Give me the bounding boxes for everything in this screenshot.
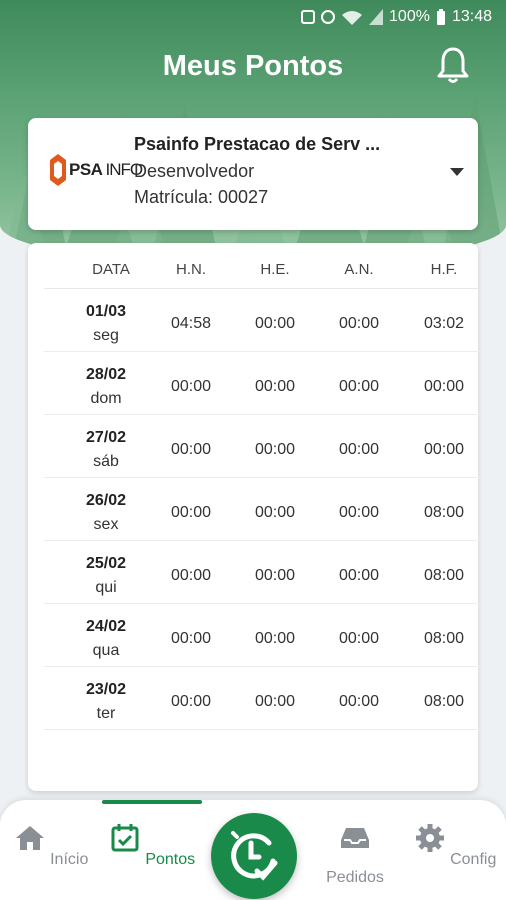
header-hf: H.F.: [430, 261, 458, 278]
status-bar: 100% 13:48: [0, 0, 506, 36]
company-selector[interactable]: PSA INFO Psainfo Prestacao de Serv ... De…: [28, 118, 478, 230]
table-row[interactable]: 26/02 sex 00:00 00:00 00:00 08:00: [44, 478, 480, 541]
row-an-value: 00:00: [338, 504, 380, 521]
row-an-value: 00:00: [338, 378, 380, 395]
row-date: 01/03: [85, 303, 127, 320]
gear-icon: [415, 824, 444, 852]
page-title: Meus Pontos: [162, 50, 344, 82]
row-hn-value: 00:00: [170, 504, 212, 521]
row-hf-value: 08:00: [423, 567, 465, 584]
row-date: 27/02: [85, 429, 127, 446]
row-weekday: sex: [93, 516, 119, 533]
row-hn-value: 04:58: [170, 315, 212, 332]
row-an-value: 00:00: [338, 630, 380, 647]
nav-pontos[interactable]: Pontos: [107, 822, 197, 869]
calendar-check-icon: [111, 824, 139, 852]
inbox-icon: [341, 828, 369, 848]
employee-role: Desenvolvedor: [134, 161, 255, 181]
row-hn-value: 00:00: [170, 630, 212, 647]
row-hn-value: 00:00: [170, 693, 212, 710]
register-point-button[interactable]: [211, 813, 297, 899]
row-hn-value: 00:00: [170, 441, 212, 458]
row-date: 23/02: [85, 681, 127, 698]
nav-inicio[interactable]: Início: [6, 822, 96, 869]
bottom-navigation: Início Pontos Pedidos Config: [0, 800, 506, 900]
header-an: A.N.: [344, 261, 374, 278]
row-an-value: 00:00: [338, 315, 380, 332]
battery-level: 100%: [389, 8, 430, 25]
row-an-value: 00:00: [338, 567, 380, 584]
row-he-value: 00:00: [254, 630, 296, 647]
row-hf-value: 00:00: [423, 378, 465, 395]
table-row[interactable]: 25/02 qui 00:00 00:00 00:00 08:00: [44, 541, 480, 604]
row-hn-value: 00:00: [170, 378, 212, 395]
wifi-icon: [342, 11, 363, 25]
nav-pedidos[interactable]: Pedidos: [310, 822, 400, 887]
home-icon: [15, 826, 44, 850]
company-name: Psainfo Prestacao de Serv ...: [134, 134, 381, 154]
table-row[interactable]: 27/02 sáb 00:00 00:00 00:00 00:00: [44, 415, 480, 478]
row-hf-value: 00:00: [423, 441, 465, 458]
row-he-value: 00:00: [254, 378, 296, 395]
nav-config[interactable]: Config: [410, 822, 500, 869]
nav-config-label: Config: [450, 851, 497, 868]
table-header: DATA H.N. H.E. A.N. H.F.: [44, 243, 480, 289]
bell-icon[interactable]: [436, 46, 470, 84]
psainfo-logo-mark: [50, 154, 66, 186]
row-date: 26/02: [85, 492, 127, 509]
dropdown-arrow-icon[interactable]: [450, 168, 464, 176]
active-tab-indicator: [102, 800, 202, 804]
row-he-value: 00:00: [254, 504, 296, 521]
row-hf-value: 08:00: [423, 504, 465, 521]
time-table: DATA H.N. H.E. A.N. H.F. 01/03 seg 04:58 00…: [28, 243, 480, 791]
header-data: DATA: [92, 261, 130, 278]
sim-icon: [301, 10, 316, 24]
table-row[interactable]: 28/02 dom 00:00 00:00 00:00 00:00: [44, 352, 480, 415]
nav-pedidos-label: Pedidos: [326, 869, 384, 886]
header-hn: H.N.: [176, 261, 206, 278]
header-he: H.E.: [260, 261, 290, 278]
nav-pontos-label: Pontos: [145, 851, 196, 868]
row-he-value: 00:00: [254, 441, 296, 458]
signal-icon: [369, 9, 384, 25]
row-an-value: 00:00: [338, 693, 380, 710]
row-an-value: 00:00: [338, 441, 380, 458]
row-date: 24/02: [85, 618, 127, 635]
row-weekday: dom: [90, 390, 122, 407]
company-logo: PSA INFO: [50, 154, 143, 186]
logo-psa-text: PSA: [69, 160, 103, 179]
table-row[interactable]: 24/02 qua 00:00 00:00 00:00 08:00: [44, 604, 480, 667]
row-hf-value: 08:00: [423, 630, 465, 647]
row-he-value: 00:00: [254, 315, 296, 332]
row-weekday: ter: [96, 705, 116, 722]
alarm-icon: [321, 10, 336, 24]
row-he-value: 00:00: [254, 693, 296, 710]
clock: 13:48: [451, 8, 492, 25]
table-row[interactable]: 23/02 ter 00:00 00:00 00:00 08:00: [44, 667, 480, 730]
clock-check-icon: [231, 831, 278, 881]
table-row[interactable]: 01/03 seg 04:58 00:00 00:00 03:02: [44, 289, 480, 352]
row-hf-value: 08:00: [423, 693, 465, 710]
battery-icon: [436, 9, 445, 25]
row-weekday: sáb: [93, 453, 119, 470]
row-date: 28/02: [85, 366, 127, 383]
row-hn-value: 00:00: [170, 567, 212, 584]
row-he-value: 00:00: [254, 567, 296, 584]
row-weekday: qui: [95, 579, 117, 596]
row-weekday: seg: [93, 327, 119, 344]
employee-registration: Matrícula: 00027: [134, 187, 269, 207]
nav-inicio-label: Início: [50, 851, 89, 868]
row-weekday: qua: [92, 642, 120, 659]
row-hf-value: 03:02: [423, 315, 465, 332]
row-date: 25/02: [85, 555, 127, 572]
